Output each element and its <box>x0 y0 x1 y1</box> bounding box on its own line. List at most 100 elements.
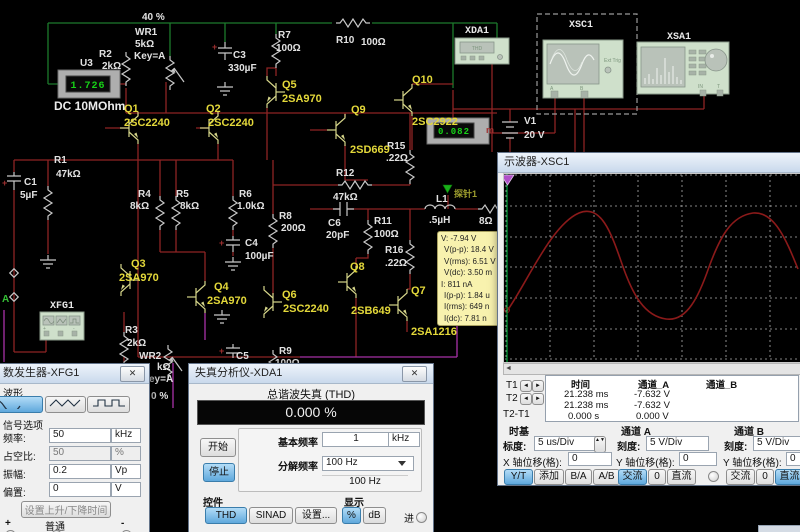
channel-a-ac-button[interactable]: 交流 <box>618 469 647 485</box>
multisim-workspace: + + + + 1.726 0.082 THD <box>0 0 800 532</box>
fundamental-freq-unit[interactable]: kHz <box>388 432 420 447</box>
schematic-label: Q8 <box>350 261 365 273</box>
channel-a-dc-button[interactable]: 直流 <box>667 469 696 485</box>
t1-time-value: 21.238 ms <box>564 389 608 400</box>
sinad-button[interactable]: SINAD <box>249 507 293 524</box>
db-button[interactable]: dB <box>363 507 386 524</box>
schematic-label: 2SA970 <box>119 272 159 284</box>
xfg1-close-button[interactable]: ✕ <box>120 366 145 382</box>
schematic-label: 2SC2922 <box>412 116 458 128</box>
scope-scrollbar[interactable]: ◄ <box>503 363 800 375</box>
triangle-wave-button[interactable] <box>45 396 86 413</box>
channel-a-y-label: Y 轴位移(格): <box>616 454 675 469</box>
probe-tooltip: V: -7.94 V V(p-p): 18.4 V V(rms): 6.51 V… <box>437 231 504 326</box>
square-icon <box>92 397 126 409</box>
xsa1-instrument-icon[interactable]: IN T <box>637 42 729 96</box>
cursor-t1-handle[interactable] <box>503 175 514 185</box>
schematic-label: R11 <box>374 216 392 227</box>
yt-mode-button[interactable]: Y/T <box>504 469 533 485</box>
ab-mode-button[interactable]: A/B <box>593 469 620 485</box>
offset-unit[interactable]: V <box>111 482 141 497</box>
schematic-label: R2 <box>99 49 112 60</box>
t1-channel-a-value: -7.632 V <box>634 389 670 400</box>
timebase-group-label: 时基 <box>509 423 529 438</box>
t2-right-button[interactable]: ► <box>532 393 544 405</box>
fundamental-freq-input[interactable]: 1 <box>322 432 390 447</box>
schematic-label: C6 <box>328 218 341 229</box>
sine-wave-button[interactable] <box>0 396 43 413</box>
schematic-label: WR2 <box>139 351 162 362</box>
readout-header-channel-b: 通道_B <box>706 377 737 391</box>
schematic-label: 2SA970 <box>282 93 322 105</box>
xda1-close-button[interactable]: ✕ <box>402 366 427 382</box>
rise-fall-time-button[interactable]: 设置上升/下降时间 <box>21 501 111 518</box>
settings-button[interactable]: 设置... <box>295 507 337 524</box>
schematic-label: 100Ω <box>276 43 301 54</box>
t1-right-button[interactable]: ► <box>532 380 544 392</box>
timebase-scale-field[interactable]: 5 us/Div <box>534 436 598 451</box>
schematic-label: V1 <box>524 116 537 127</box>
frequency-unit[interactable]: kHz <box>111 428 141 443</box>
xsa1-in-label: IN <box>698 84 703 90</box>
xda1-titlebar[interactable]: 失真分析仪-XDA1 <box>189 364 433 384</box>
ba-mode-button[interactable]: B/A <box>565 469 592 485</box>
scope-screen[interactable] <box>503 173 800 363</box>
channel-a-scale-field[interactable]: 5 V/Div <box>646 436 709 451</box>
net-label-a: A <box>2 294 9 305</box>
channel-a-zero-button[interactable]: 0 <box>648 469 666 485</box>
dropdown-arrow-icon[interactable] <box>398 461 406 466</box>
t2-left-button[interactable]: ◄ <box>520 393 532 405</box>
inductor-l1[interactable] <box>425 205 455 209</box>
amplitude-unit[interactable]: Vp <box>111 464 141 479</box>
percent-button[interactable]: % <box>342 507 361 524</box>
channel-b-scale-field[interactable]: 5 V/Div <box>753 436 800 451</box>
channel-a-radio[interactable] <box>708 471 719 482</box>
xfg1-instrument-icon[interactable]: +- <box>40 312 84 340</box>
add-mode-button[interactable]: 添加 <box>534 469 564 485</box>
resolution-freq-label: 分解频率 <box>278 458 318 473</box>
x-position-field[interactable]: 0 <box>568 452 612 466</box>
schematic-label: Q7 <box>411 285 426 297</box>
schematic-label: WR1 <box>135 27 158 38</box>
channel-b-y-field[interactable]: 0 <box>786 452 800 466</box>
schematic-label: Q4 <box>214 281 230 293</box>
schematic-label: R5 <box>176 189 189 200</box>
xsc1-ref-label: XSC1 <box>569 20 593 31</box>
schematic-label: m <box>486 125 494 135</box>
thd-button[interactable]: THD <box>205 507 247 524</box>
amplitude-input[interactable]: 0.2 <box>49 464 111 479</box>
timebase-spinner[interactable]: ▲▼ <box>594 436 606 453</box>
battery-v1[interactable] <box>502 122 518 138</box>
channel-b-scale-label: 刻度: <box>724 438 747 453</box>
minus-terminal-label: - <box>121 518 124 529</box>
xsc1-titlebar[interactable]: 示波器-XSC1 <box>498 153 800 173</box>
start-button[interactable]: 开始 <box>200 438 236 457</box>
channel-b-dc-button[interactable]: 直流 <box>775 469 800 485</box>
channel-a-scale-label: 刻度: <box>617 438 640 453</box>
t1-label: T1 <box>506 380 518 391</box>
resolution-list-item[interactable]: 100 Hz <box>322 475 408 487</box>
schematic-label: 100µF <box>245 251 274 262</box>
timebase-scale-label: 标度: <box>503 438 526 453</box>
t1-left-button[interactable]: ◄ <box>520 380 532 392</box>
channel-b-zero-button[interactable]: 0 <box>756 469 774 485</box>
square-wave-button[interactable] <box>87 396 130 413</box>
schematic-label: Key=A <box>134 51 165 62</box>
schematic-label: 8kΩ <box>130 201 149 212</box>
schematic-label: Q1 <box>124 103 139 115</box>
xsc1-title: 示波器-XSC1 <box>504 156 569 168</box>
frequency-input[interactable]: 50 <box>49 428 111 443</box>
probe-arrow-icon[interactable] <box>443 185 452 193</box>
channel-b-ac-button[interactable]: 交流 <box>726 469 755 485</box>
scroll-left-arrow-icon[interactable]: ◄ <box>505 365 512 372</box>
stop-button[interactable]: 停止 <box>203 463 235 482</box>
offset-input[interactable]: 0 <box>49 482 111 497</box>
multimeter-u3[interactable]: 1.726 <box>58 70 120 98</box>
channel-a-y-field[interactable]: 0 <box>679 452 717 466</box>
c5-plus: + <box>219 346 224 356</box>
schematic-label: 2SB649 <box>351 305 391 317</box>
schematic-label: C5 <box>236 351 249 362</box>
channel-b-y-label: Y 轴位移(格): <box>723 454 782 469</box>
xda1-instrument-icon[interactable]: THD <box>455 38 509 64</box>
schematic-label: 2SC2240 <box>283 303 329 315</box>
